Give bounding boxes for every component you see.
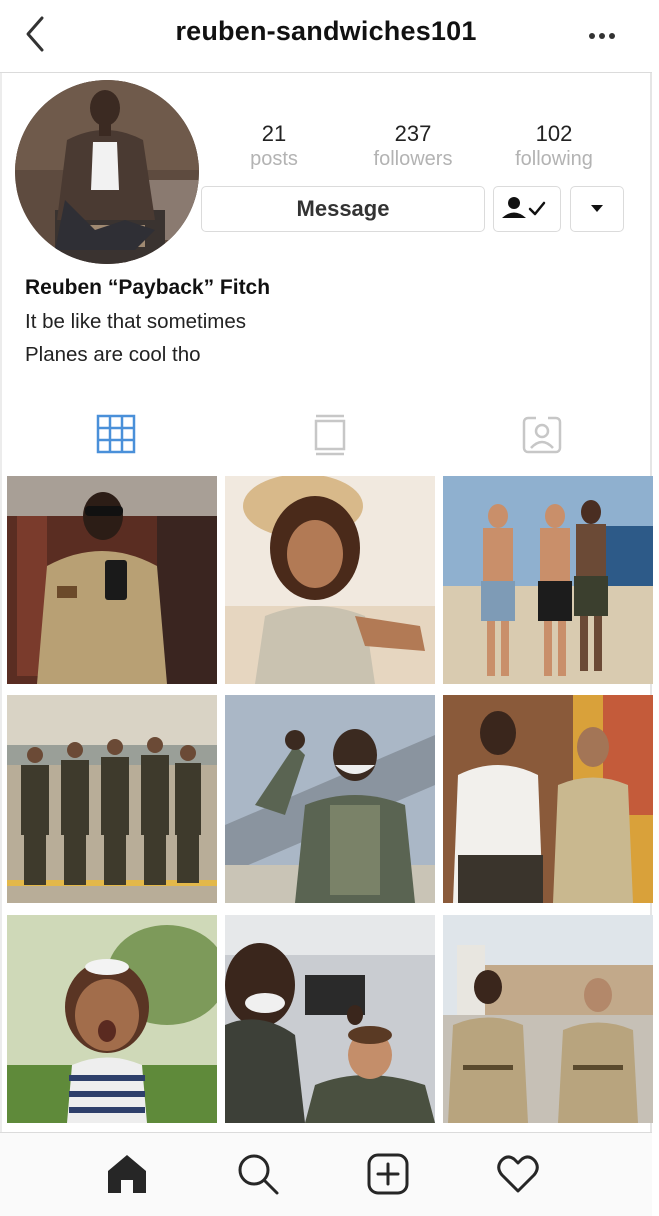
tagged-icon bbox=[522, 416, 562, 454]
post-thumbnail[interactable] bbox=[225, 476, 435, 684]
followers-count-value: 237 bbox=[394, 121, 432, 146]
bio-line: It be like that sometimes bbox=[25, 310, 247, 333]
home-icon bbox=[108, 1155, 146, 1193]
post-image bbox=[7, 915, 217, 1123]
nav-home[interactable] bbox=[104, 1151, 150, 1197]
feed-icon bbox=[314, 414, 346, 456]
posts-count-label: posts bbox=[250, 148, 298, 170]
profile-tabs bbox=[0, 398, 652, 472]
following-count-label: following bbox=[515, 148, 593, 170]
post-image bbox=[225, 476, 435, 684]
profile-username: reuben-sandwiches101 bbox=[175, 16, 477, 46]
following-count[interactable]: 102 following bbox=[494, 122, 614, 172]
heart-icon bbox=[497, 1155, 539, 1193]
post-image bbox=[443, 476, 653, 684]
posts-count[interactable]: 21 posts bbox=[214, 122, 334, 172]
add-post-icon bbox=[367, 1153, 409, 1195]
avatar-photo bbox=[15, 80, 199, 264]
post-thumbnail[interactable] bbox=[225, 915, 435, 1123]
message-button[interactable]: Message bbox=[201, 186, 485, 232]
profile-avatar[interactable] bbox=[15, 80, 199, 264]
nav-new-post[interactable] bbox=[365, 1151, 411, 1197]
post-image bbox=[225, 695, 435, 903]
caret-down-icon bbox=[591, 205, 603, 212]
nav-search[interactable] bbox=[235, 1151, 281, 1197]
post-image bbox=[7, 695, 217, 903]
profile-full-name: Reuben “Payback” Fitch bbox=[25, 276, 271, 299]
profile-header-bar: reuben-sandwiches101 bbox=[0, 0, 652, 73]
suggestions-dropdown-button[interactable] bbox=[570, 186, 624, 232]
post-image bbox=[225, 915, 435, 1123]
tab-tagged[interactable] bbox=[520, 412, 564, 456]
post-thumbnail[interactable] bbox=[443, 476, 653, 684]
grid-icon bbox=[96, 414, 136, 454]
person-check-icon bbox=[502, 197, 546, 218]
more-horizontal-icon bbox=[589, 33, 615, 39]
bio-line: Planes are cool tho bbox=[25, 343, 201, 366]
followers-count-label: followers bbox=[373, 148, 453, 170]
posts-count-value: 21 bbox=[261, 121, 287, 146]
nav-activity[interactable] bbox=[495, 1151, 541, 1197]
search-icon bbox=[238, 1154, 279, 1195]
post-thumbnail[interactable] bbox=[443, 915, 653, 1123]
more-options-button[interactable] bbox=[586, 26, 620, 46]
tab-grid[interactable] bbox=[94, 412, 138, 456]
following-button[interactable] bbox=[493, 186, 561, 232]
post-thumbnail[interactable] bbox=[225, 695, 435, 903]
post-thumbnail[interactable] bbox=[443, 695, 653, 903]
post-image bbox=[7, 476, 217, 684]
post-thumbnail[interactable] bbox=[7, 695, 217, 903]
tab-feed[interactable] bbox=[308, 412, 352, 456]
followers-count[interactable]: 237 followers bbox=[353, 122, 473, 172]
following-count-value: 102 bbox=[535, 121, 573, 146]
post-image bbox=[443, 915, 653, 1123]
post-thumbnail[interactable] bbox=[7, 915, 217, 1123]
post-thumbnail[interactable] bbox=[7, 476, 217, 684]
post-image bbox=[443, 695, 653, 903]
bottom-navigation bbox=[0, 1132, 652, 1216]
